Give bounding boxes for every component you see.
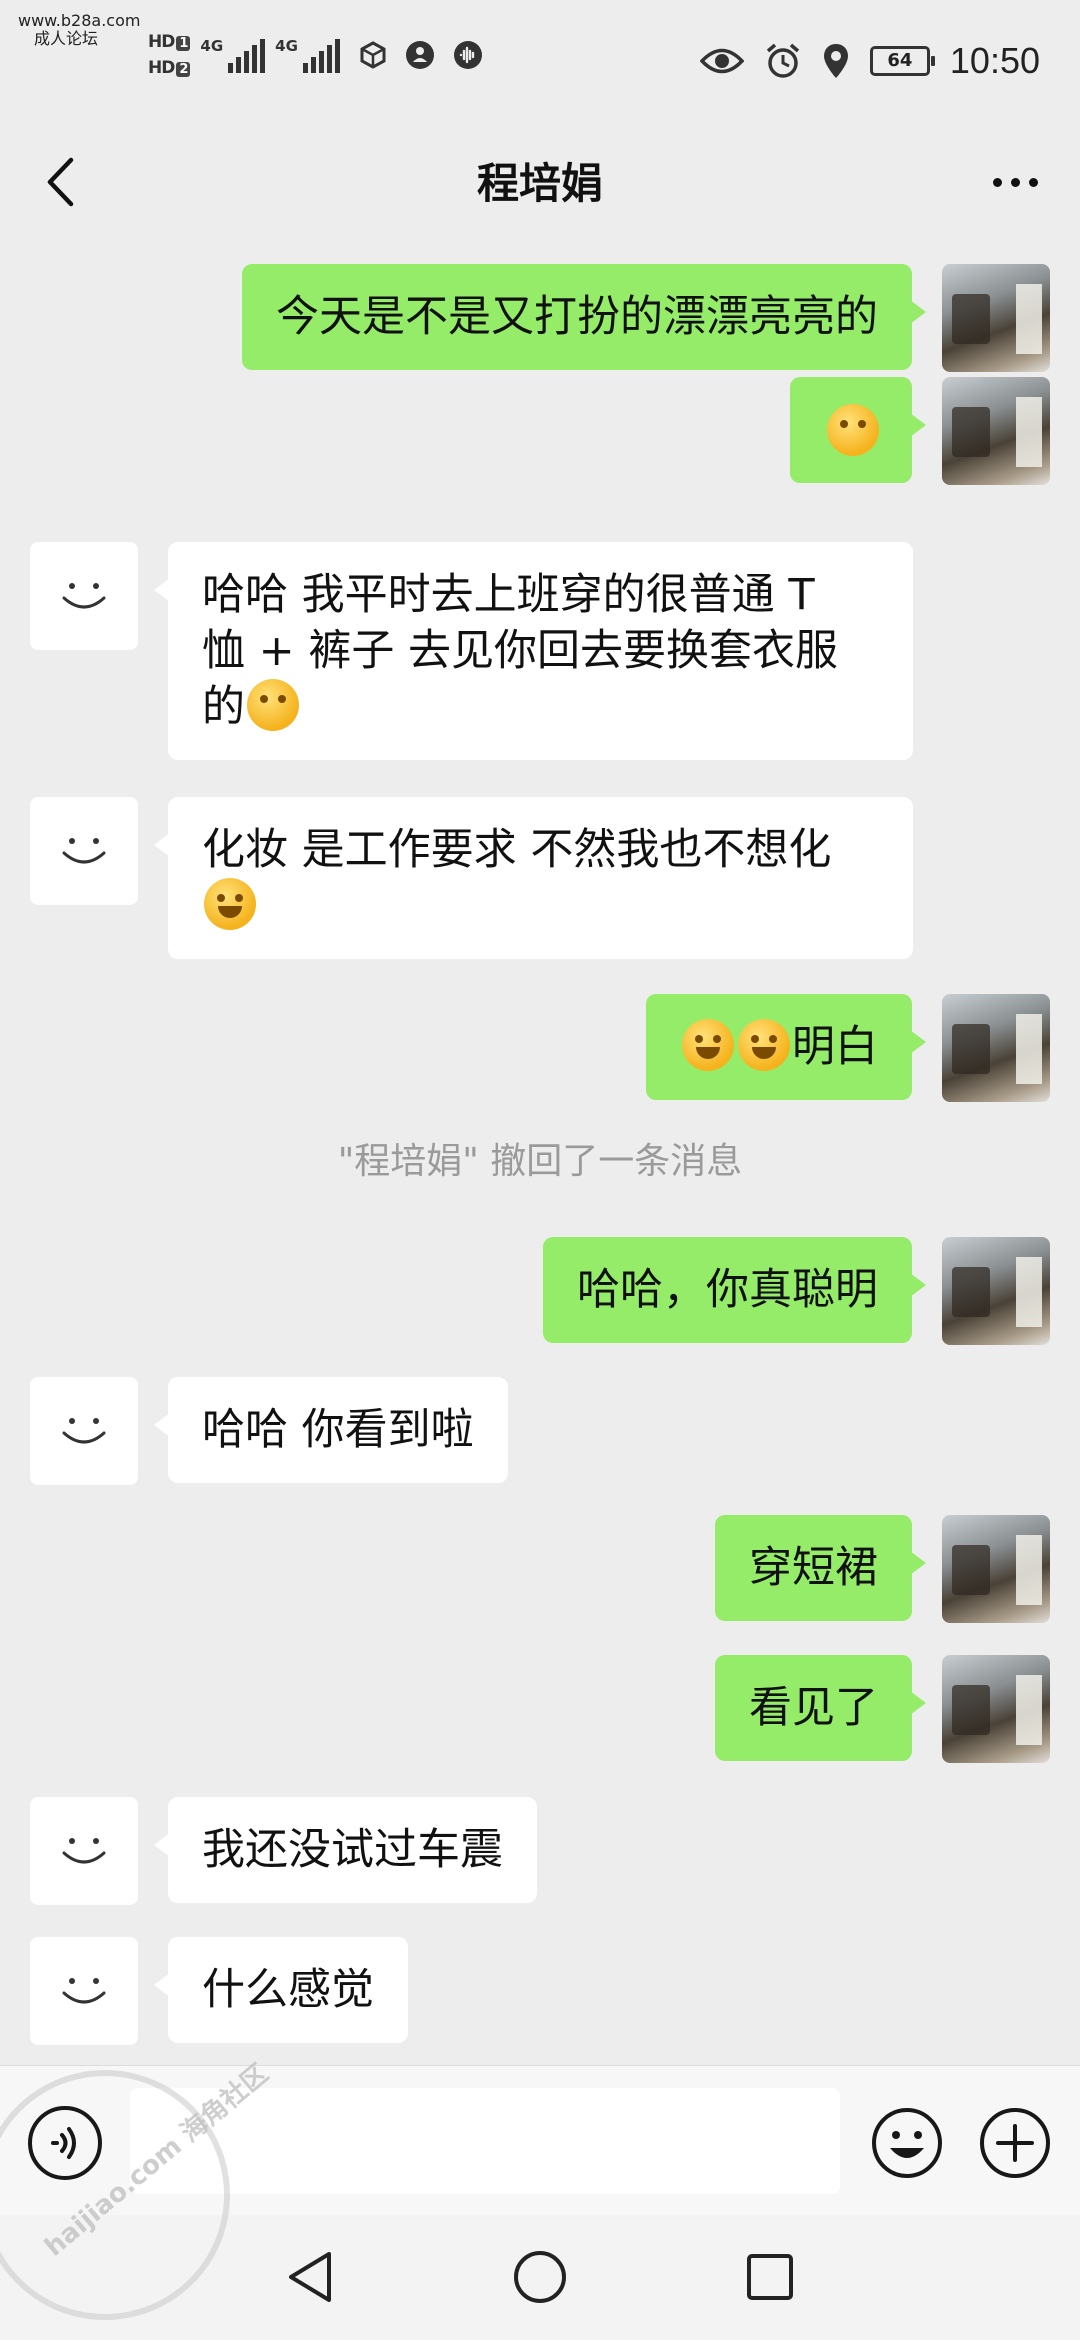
crying-face-emoji	[682, 1019, 734, 1071]
my-avatar[interactable]	[942, 1655, 1050, 1763]
input-bar	[0, 2065, 1080, 2215]
message-bubble-me[interactable]: 明白	[646, 994, 926, 1100]
sim1-hd-badge: HD 1	[148, 32, 191, 52]
message-text: 什么感觉	[202, 1965, 374, 2015]
message-bubble-other[interactable]: 哈哈 你看到啦	[154, 1377, 508, 1483]
my-avatar[interactable]	[942, 1237, 1050, 1345]
watermark-text: www.b28a.com 成人论坛	[18, 12, 140, 48]
message-text: 看见了	[749, 1683, 878, 1733]
message-row	[0, 365, 1080, 485]
battery-indicator: 64	[869, 46, 935, 76]
message-text-line: 的	[202, 682, 245, 732]
smiley-avatar-icon	[62, 838, 106, 864]
smiley-avatar-icon	[62, 1838, 106, 1864]
message-row: 哈哈，你真聪明	[0, 1225, 1080, 1345]
my-avatar[interactable]	[942, 377, 1050, 485]
audio-icon	[453, 41, 482, 69]
message-bubble-other[interactable]: 什么感觉	[154, 1937, 408, 2043]
message-row: 哈哈 你看到啦	[0, 1365, 1080, 1485]
contact-avatar[interactable]	[30, 1937, 138, 2045]
square-recents-icon	[747, 2254, 793, 2300]
smiley-avatar-icon	[62, 1978, 106, 2004]
signal-icon-2: 4G	[275, 37, 340, 73]
message-row: 明白	[0, 982, 1080, 1102]
message-text: 哈哈 你看到啦	[202, 1405, 474, 1455]
emoji-button[interactable]	[870, 2106, 944, 2180]
message-text-line: 哈哈 我平时去上班穿的很普通 T	[202, 570, 815, 620]
triangle-back-icon	[289, 2252, 331, 2302]
status-right: 64 10:50	[699, 40, 1040, 82]
message-text-line: 恤 + 裤子 去见你回去要换套衣服	[202, 626, 839, 676]
message-bubble-me[interactable]: 今天是不是又打扮的漂漂亮亮的	[242, 264, 926, 370]
clock: 10:50	[949, 40, 1040, 81]
message-row: 化妆 是工作要求 不然我也不想化	[0, 785, 1080, 959]
contact-avatar[interactable]	[30, 542, 138, 650]
plus-button[interactable]	[978, 2106, 1052, 2180]
message-list[interactable]: 今天是不是又打扮的漂漂亮亮的 哈哈 我平时去上班穿的很普通 T 恤 + 裤子 去…	[0, 240, 1080, 2065]
my-avatar[interactable]	[942, 1515, 1050, 1623]
alarm-icon	[766, 43, 800, 78]
message-bubble-me[interactable]: 看见了	[715, 1655, 926, 1761]
message-bubble-other[interactable]: 我还没试过车震	[154, 1797, 537, 1903]
message-row: 今天是不是又打扮的漂漂亮亮的	[0, 252, 1080, 372]
message-row: 看见了	[0, 1643, 1080, 1763]
circle-home-icon	[514, 2251, 566, 2303]
message-input[interactable]	[130, 2088, 840, 2194]
sim2-hd-badge: HD 2	[148, 58, 191, 78]
nav-back-button[interactable]	[278, 2245, 342, 2309]
vpn-icon	[360, 41, 386, 69]
shield-icon	[405, 41, 434, 69]
message-row: 哈哈 我平时去上班穿的很普通 T 恤 + 裤子 去见你回去要换套衣服 的	[0, 530, 1080, 760]
emoji-icon	[872, 2108, 942, 2178]
message-text: 穿短裙	[749, 1543, 878, 1593]
system-nav-bar	[0, 2215, 1080, 2340]
eye-icon	[699, 48, 744, 74]
status-bar: www.b28a.com 成人论坛 HD 1 HD 2 4G 4G 64 10:50	[0, 0, 1080, 130]
smiley-avatar-icon	[62, 583, 106, 609]
message-text: 我还没试过车震	[202, 1825, 503, 1875]
message-text: 今天是不是又打扮的漂漂亮亮的	[276, 292, 878, 342]
thinking-face-emoji	[827, 404, 879, 456]
tears-of-joy-emoji	[204, 878, 256, 930]
message-bubble-other[interactable]: 哈哈 我平时去上班穿的很普通 T 恤 + 裤子 去见你回去要换套衣服 的	[154, 542, 913, 760]
smiley-avatar-icon	[62, 1418, 106, 1444]
voice-button[interactable]	[28, 2106, 102, 2180]
contact-avatar[interactable]	[30, 1377, 138, 1485]
message-text-line: 化妆 是工作要求 不然我也不想化	[202, 825, 832, 875]
my-avatar[interactable]	[942, 264, 1050, 372]
message-bubble-me[interactable]: 穿短裙	[715, 1515, 926, 1621]
message-text: 明白	[792, 1022, 878, 1072]
nav-recents-button[interactable]	[738, 2245, 802, 2309]
contact-avatar[interactable]	[30, 797, 138, 905]
message-text: 哈哈，你真聪明	[577, 1265, 878, 1315]
message-row: 穿短裙	[0, 1503, 1080, 1623]
message-bubble-me[interactable]	[790, 377, 926, 483]
watermark-site: www.b28a.com	[18, 11, 141, 30]
recall-notice: "程培娟" 撤回了一条消息	[337, 1141, 743, 1182]
more-button[interactable]	[980, 152, 1050, 212]
location-icon	[823, 44, 848, 78]
message-bubble-me[interactable]: 哈哈，你真聪明	[543, 1237, 926, 1343]
chat-title: 程培娟	[476, 159, 603, 208]
nav-home-button[interactable]	[508, 2245, 572, 2309]
my-avatar[interactable]	[942, 994, 1050, 1102]
message-row: 我还没试过车震	[0, 1785, 1080, 1905]
crying-face-emoji	[738, 1019, 790, 1071]
voice-icon	[51, 2127, 76, 2159]
title-bar: 程培娟	[0, 130, 1080, 240]
plus-icon	[980, 2108, 1050, 2178]
status-left: HD 1 HD 2 4G 4G	[148, 32, 484, 78]
contact-avatar[interactable]	[30, 1797, 138, 1905]
watermark-label: 成人论坛	[34, 29, 99, 48]
more-dots-icon	[992, 177, 1002, 187]
signal-icon-1: 4G	[200, 37, 266, 73]
message-row: 什么感觉	[0, 1925, 1080, 2045]
message-bubble-other[interactable]: 化妆 是工作要求 不然我也不想化	[154, 797, 913, 959]
thinking-face-emoji	[247, 679, 299, 731]
